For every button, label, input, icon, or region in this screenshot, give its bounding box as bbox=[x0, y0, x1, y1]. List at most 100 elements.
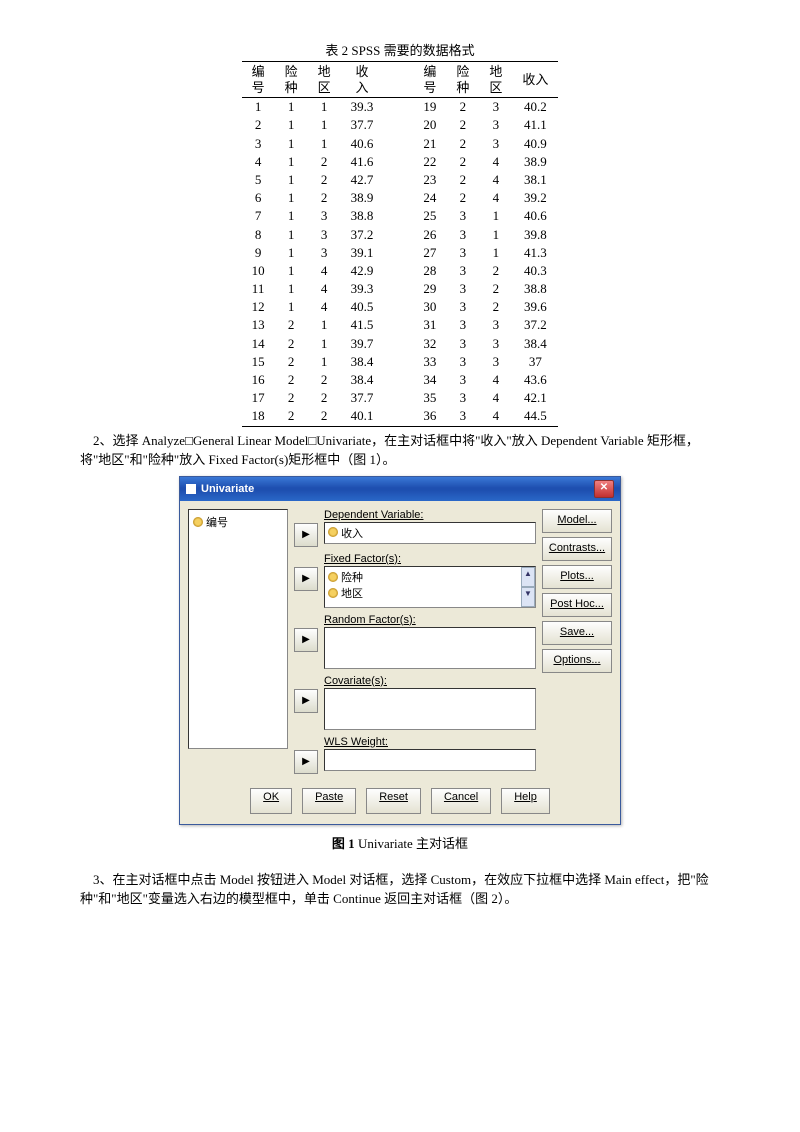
table-cell: 2 bbox=[446, 116, 479, 134]
table-cell: 41.6 bbox=[341, 153, 384, 171]
table-cell: 1 bbox=[242, 98, 275, 117]
app-icon bbox=[186, 484, 196, 494]
table-cell: 30 bbox=[413, 298, 446, 316]
table-cell: 3 bbox=[308, 207, 341, 225]
move-random-button[interactable]: ▶ bbox=[294, 628, 318, 652]
table-cell: 39.2 bbox=[512, 189, 558, 207]
th-l-0: 编号 bbox=[242, 62, 275, 98]
table-cell: 2 bbox=[308, 153, 341, 171]
fixed-var-1: 地区 bbox=[341, 585, 363, 601]
table-cell: 1 bbox=[275, 244, 308, 262]
table-cell: 12 bbox=[242, 298, 275, 316]
table-cell: 35 bbox=[413, 389, 446, 407]
table-cell: 5 bbox=[242, 171, 275, 189]
dlg-side-button[interactable]: Plots... bbox=[542, 565, 612, 589]
table-cell: 11 bbox=[242, 280, 275, 298]
table-cell: 39.1 bbox=[341, 244, 384, 262]
table-cell: 2 bbox=[446, 153, 479, 171]
dependent-label: Dependent Variable: bbox=[324, 509, 536, 521]
close-icon[interactable]: ✕ bbox=[594, 480, 614, 498]
table-cell: 4 bbox=[308, 298, 341, 316]
dlg-side-button[interactable]: Model... bbox=[542, 509, 612, 533]
table-cell: 28 bbox=[413, 262, 446, 280]
source-var-item[interactable]: 编号 bbox=[193, 514, 283, 530]
table-cell: 34 bbox=[413, 371, 446, 389]
random-label: Random Factor(s): bbox=[324, 614, 536, 626]
table-cell: 6 bbox=[242, 189, 275, 207]
table-cell: 41.5 bbox=[341, 316, 384, 334]
table-cell: 42.1 bbox=[512, 389, 558, 407]
table-cell: 37.2 bbox=[512, 316, 558, 334]
th-l-3: 收入 bbox=[341, 62, 384, 98]
dlg-bottom-button[interactable]: OK bbox=[250, 788, 292, 814]
univariate-dialog: Univariate ✕ 编号 ▶ Dependent Variable: 收入 bbox=[179, 476, 621, 825]
table-cell: 7 bbox=[242, 207, 275, 225]
table-cell: 3 bbox=[446, 244, 479, 262]
table-cell: 2 bbox=[446, 135, 479, 153]
table-cell: 3 bbox=[308, 226, 341, 244]
fixed-box[interactable]: 险种 地区 ▲▼ bbox=[324, 566, 536, 608]
covariate-box[interactable] bbox=[324, 688, 536, 730]
source-variable-list[interactable]: 编号 bbox=[188, 509, 288, 749]
scroll-up-icon[interactable]: ▲ bbox=[521, 567, 535, 587]
dependent-box[interactable]: 收入 bbox=[324, 522, 536, 544]
dlg-bottom-button[interactable]: Reset bbox=[366, 788, 421, 814]
fixed-label: Fixed Factor(s): bbox=[324, 553, 536, 565]
table-cell: 39.8 bbox=[512, 226, 558, 244]
table-cell: 24 bbox=[413, 189, 446, 207]
table-cell: 8 bbox=[242, 226, 275, 244]
table-cell: 39.3 bbox=[341, 98, 384, 117]
dlg-bottom-button[interactable]: Paste bbox=[302, 788, 356, 814]
dependent-value: 收入 bbox=[341, 528, 363, 540]
table-cell: 3 bbox=[479, 98, 512, 117]
table-cell: 1 bbox=[275, 116, 308, 134]
table-cell: 2 bbox=[242, 116, 275, 134]
move-wls-button[interactable]: ▶ bbox=[294, 750, 318, 774]
wls-box[interactable] bbox=[324, 749, 536, 771]
table-title: 表 2 SPSS 需要的数据格式 bbox=[80, 40, 720, 59]
table-cell: 1 bbox=[479, 226, 512, 244]
random-box[interactable] bbox=[324, 627, 536, 669]
table-cell: 1 bbox=[479, 207, 512, 225]
table-cell: 17 bbox=[242, 389, 275, 407]
table-cell: 2 bbox=[446, 171, 479, 189]
table-cell: 1 bbox=[308, 116, 341, 134]
table-cell: 1 bbox=[308, 135, 341, 153]
table-cell: 4 bbox=[308, 262, 341, 280]
scroll-down-icon[interactable]: ▼ bbox=[521, 587, 535, 607]
table-cell: 1 bbox=[275, 189, 308, 207]
dlg-side-button[interactable]: Save... bbox=[542, 621, 612, 645]
table-cell: 14 bbox=[242, 335, 275, 353]
table-cell: 1 bbox=[275, 153, 308, 171]
table-cell: 1 bbox=[308, 316, 341, 334]
table-cell: 1 bbox=[308, 335, 341, 353]
table-cell: 38.4 bbox=[512, 335, 558, 353]
table-cell: 3 bbox=[446, 335, 479, 353]
table-cell: 4 bbox=[479, 407, 512, 426]
dlg-bottom-button[interactable]: Help bbox=[501, 788, 550, 814]
th-r-1: 险种 bbox=[446, 62, 479, 98]
table-cell: 40.6 bbox=[512, 207, 558, 225]
dialog-titlebar[interactable]: Univariate ✕ bbox=[180, 477, 620, 501]
dlg-bottom-button[interactable]: Cancel bbox=[431, 788, 491, 814]
table-cell: 39.3 bbox=[341, 280, 384, 298]
table-cell: 3 bbox=[446, 371, 479, 389]
table-cell: 4 bbox=[479, 153, 512, 171]
paragraph-3: 3、在主对话框中点击 Model 按钮进入 Model 对话框，选择 Custo… bbox=[80, 870, 720, 909]
move-cov-button[interactable]: ▶ bbox=[294, 689, 318, 713]
table-cell: 37 bbox=[512, 353, 558, 371]
table-cell: 40.3 bbox=[512, 262, 558, 280]
move-dep-button[interactable]: ▶ bbox=[294, 523, 318, 547]
table-cell: 22 bbox=[413, 153, 446, 171]
dlg-side-button[interactable]: Options... bbox=[542, 649, 612, 673]
dlg-side-button[interactable]: Contrasts... bbox=[542, 537, 612, 561]
table-cell: 3 bbox=[446, 280, 479, 298]
fig1-rest: Univariate 主对话框 bbox=[355, 836, 468, 851]
table-cell: 2 bbox=[446, 98, 479, 117]
table-cell: 38.4 bbox=[341, 371, 384, 389]
dialog-title: Univariate bbox=[201, 483, 254, 495]
move-fixed-button[interactable]: ▶ bbox=[294, 567, 318, 591]
table-cell: 2 bbox=[479, 298, 512, 316]
table-cell: 39.6 bbox=[512, 298, 558, 316]
dlg-side-button[interactable]: Post Hoc... bbox=[542, 593, 612, 617]
